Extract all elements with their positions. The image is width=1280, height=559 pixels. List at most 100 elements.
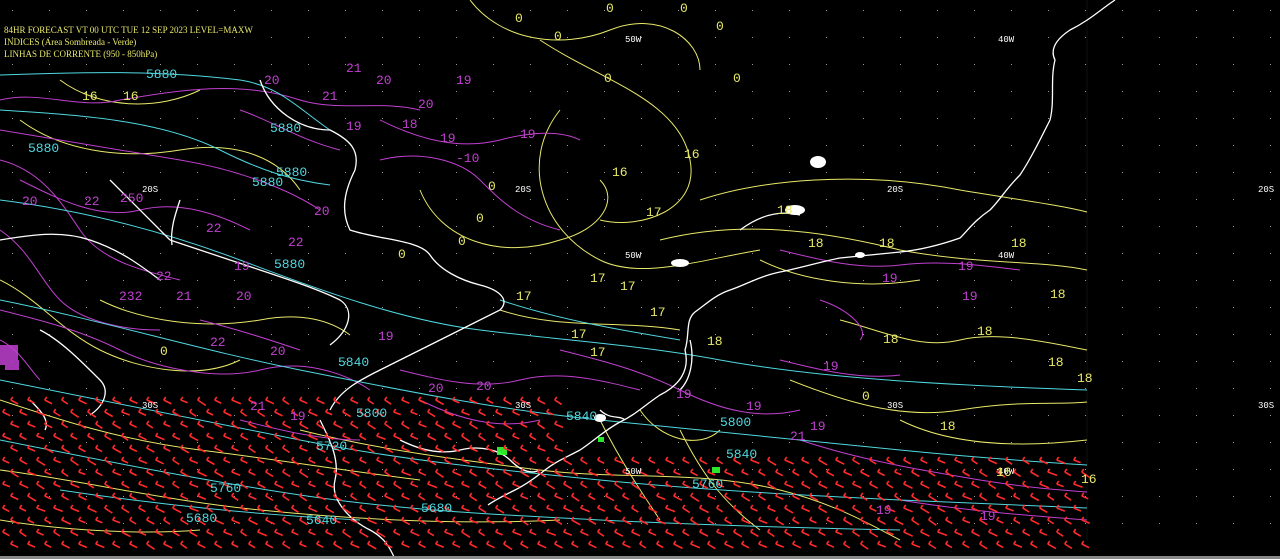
wind-barb	[801, 480, 811, 490]
grid-dot	[567, 145, 568, 146]
wind-barb	[784, 456, 795, 465]
wind-barb	[648, 528, 657, 537]
grid-dot	[1270, 334, 1271, 335]
grid-dot	[1011, 145, 1012, 146]
grid-dot	[678, 361, 679, 362]
grid-dot	[678, 442, 679, 443]
grid-dot	[789, 118, 790, 119]
wind-barb	[741, 468, 749, 476]
wind-barb	[554, 492, 563, 501]
wind-barb	[282, 444, 291, 454]
grid-dot	[197, 307, 198, 308]
grid-dot	[419, 226, 420, 227]
grid-dot	[382, 442, 383, 443]
wind-barb	[588, 468, 599, 477]
grid-dot	[271, 496, 272, 497]
yellow-contour-label: 16	[612, 165, 628, 180]
wind-barb	[10, 540, 19, 549]
wind-barb	[95, 540, 105, 549]
grid-dot	[12, 91, 13, 92]
wind-barb	[809, 516, 817, 524]
wind-barb	[155, 456, 165, 465]
grid-dot	[1085, 172, 1086, 173]
grid-dot	[826, 10, 827, 11]
grid-dot	[12, 334, 13, 335]
grid-dot	[900, 469, 901, 470]
grid-dot	[1159, 442, 1160, 443]
grid-dot	[567, 91, 568, 92]
wind-barb	[495, 504, 505, 514]
wind-barb	[121, 528, 131, 538]
grid-dot	[974, 361, 975, 362]
grid-dot	[1159, 118, 1160, 119]
yellow-contour-label: 0	[458, 234, 466, 249]
wind-barb	[478, 408, 486, 417]
grid-dot	[789, 523, 790, 524]
wind-barb	[886, 480, 894, 489]
grid-dot	[382, 118, 383, 119]
grid-dot	[752, 388, 753, 389]
grid-dot	[1159, 37, 1160, 38]
grid-dot	[1085, 361, 1086, 362]
grid-dot	[123, 172, 124, 173]
magenta-contour-label: 19	[520, 127, 536, 142]
grid-dot	[937, 415, 938, 416]
grid-dot	[567, 118, 568, 119]
wind-barb	[792, 540, 802, 549]
grid-dot	[826, 118, 827, 119]
wind-barb	[537, 444, 546, 452]
wind-barb	[274, 528, 284, 537]
grid-dot	[271, 226, 272, 227]
wind-barb	[172, 480, 180, 489]
grid-dot	[419, 172, 420, 173]
grid-dot	[863, 37, 864, 38]
lon-label-50w-mid: 50W	[625, 251, 642, 261]
grid-dot	[1196, 415, 1197, 416]
grid-dot	[197, 64, 198, 65]
wind-barb	[435, 540, 445, 549]
grid-dot	[197, 118, 198, 119]
grid-dot	[12, 523, 13, 524]
grid-dot	[1085, 64, 1086, 65]
wind-barb	[452, 540, 461, 549]
lat-label-30s-b: 30S	[515, 401, 531, 411]
grid-dot	[1233, 388, 1234, 389]
wind-barb	[299, 396, 308, 405]
yellow-contour-label: 0	[554, 29, 562, 44]
wind-barb	[248, 540, 256, 549]
wind-barb	[70, 528, 79, 537]
wind-barb	[342, 456, 350, 464]
grid-dot	[1085, 415, 1086, 416]
wind-barb	[10, 420, 20, 428]
wind-barb	[325, 528, 333, 536]
grid-dot	[345, 145, 346, 146]
grid-dot	[160, 334, 161, 335]
wind-barb	[597, 480, 605, 489]
wind-barb	[699, 456, 708, 465]
lat-label-20s-b: 20S	[515, 185, 531, 195]
cyan-contour-label: 5760	[210, 481, 241, 496]
yellow-contour-label: 17	[571, 327, 587, 342]
wind-barb	[733, 528, 743, 538]
wind-barb	[716, 456, 724, 465]
wind-barb	[265, 468, 274, 478]
grid-dot	[715, 226, 716, 227]
magenta-contours	[0, 87, 1088, 521]
grid-dot	[1122, 442, 1123, 443]
grid-dot	[308, 415, 309, 416]
grid-dot	[49, 226, 50, 227]
cyan-contour-label: 5880	[146, 67, 177, 82]
yellow-contour-label: 0	[680, 1, 688, 16]
wind-barb	[282, 492, 290, 502]
wind-barb	[189, 408, 197, 417]
yellow-contour-label: 18	[1077, 371, 1093, 386]
magenta-contour-label: 19	[440, 131, 456, 146]
grid-dot	[789, 145, 790, 146]
yellow-contour-label: 17	[650, 305, 666, 320]
grid-dot	[456, 10, 457, 11]
magenta-contour-label: 18	[402, 117, 418, 132]
wind-barb	[367, 540, 377, 550]
wind-barb	[911, 540, 921, 548]
grid-dot	[678, 91, 679, 92]
wind-barb	[36, 504, 46, 512]
